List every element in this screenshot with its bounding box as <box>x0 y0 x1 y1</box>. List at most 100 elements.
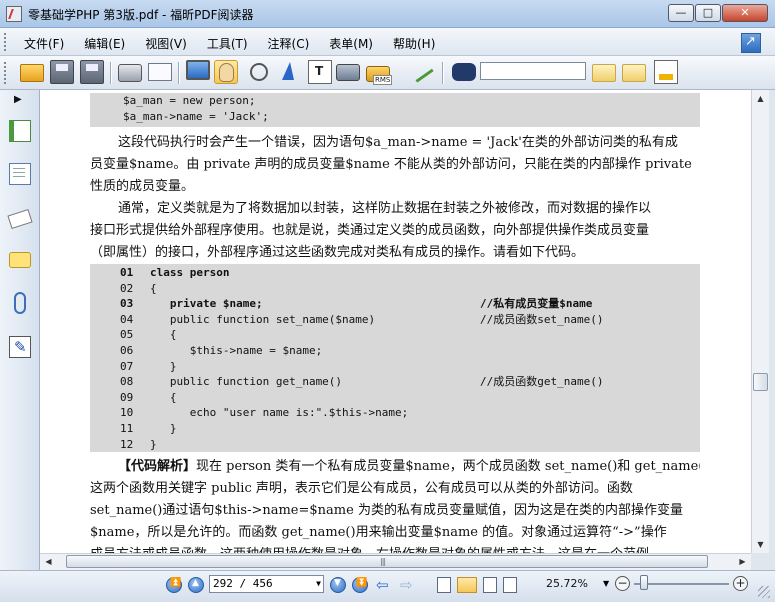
code-row: 07 } <box>120 359 177 373</box>
horizontal-scroll-thumb[interactable]: ||| <box>66 555 708 568</box>
menu-help[interactable]: 帮助(H) <box>393 35 435 52</box>
text-line: $name，所以是允许的。而函数 get_name()用来输出变量$name 的… <box>90 525 667 540</box>
code-row: 06 $this->name = $name; <box>120 344 323 357</box>
menu-file[interactable]: 文件(F) <box>24 35 64 52</box>
text-line: set_name()通过语句$this->name=$name 为类的私有成员变… <box>90 503 683 518</box>
hand-icon <box>219 63 234 82</box>
zoom-level[interactable]: 25.72% <box>546 577 588 590</box>
continuous-facing-icon[interactable] <box>503 577 517 593</box>
bookmarks-panel-icon[interactable] <box>9 120 31 142</box>
menu-forms[interactable]: 表单(M) <box>329 35 373 52</box>
properties-icon[interactable] <box>148 63 172 81</box>
vertical-scroll-thumb[interactable] <box>753 373 768 391</box>
zoom-slider-thumb[interactable] <box>640 575 648 590</box>
code-line: $a_man->name = 'Jack'; <box>123 110 269 123</box>
print-icon[interactable] <box>118 64 142 82</box>
find-binoculars-icon[interactable] <box>452 63 476 81</box>
scroll-left-icon[interactable]: ◀ <box>41 555 56 569</box>
pane-expand-arrow-icon[interactable]: ▶ <box>14 94 22 105</box>
zoom-in-icon[interactable]: + <box>733 576 748 591</box>
hand-tool-button[interactable] <box>214 60 238 84</box>
open-file-icon[interactable] <box>20 64 44 82</box>
highlight-icon[interactable] <box>654 60 678 84</box>
vertical-scrollbar[interactable]: ▲ ▼ <box>751 90 769 553</box>
previous-page-icon[interactable]: ▲ <box>188 577 204 593</box>
scroll-right-icon[interactable]: ▶ <box>735 555 750 569</box>
page-dropdown-icon[interactable]: ▼ <box>316 576 321 592</box>
facing-pages-icon[interactable] <box>483 577 497 593</box>
code-row: 04 public function set_name($name)//成员函数… <box>120 312 604 326</box>
title-bar: 零基础学PHP 第3版.pdf - 福昕PDF阅读器 — □ ✕ <box>0 0 775 28</box>
code-row: 10 echo "user name is:".$this->name; <box>120 406 409 420</box>
code-row: 02{ <box>120 281 157 295</box>
sign-icon[interactable] <box>410 61 434 83</box>
code-row: 05 { <box>120 328 177 342</box>
zoom-slider-track[interactable] <box>634 583 729 585</box>
snapshot-icon[interactable] <box>336 64 360 81</box>
page-number-field[interactable]: 292 / 456 ▼ <box>209 575 324 593</box>
save-as-icon[interactable] <box>80 60 104 84</box>
text-line: 员变量$name。由 private 声明的成员变量$name 不能从类的外部访… <box>90 157 692 172</box>
find-next-icon[interactable] <box>622 64 646 82</box>
menu-tools[interactable]: 工具(T) <box>207 35 248 52</box>
code-row: 01 class person <box>120 266 230 279</box>
minimize-button[interactable]: — <box>668 4 694 22</box>
last-page-icon[interactable]: ⏬ <box>352 577 368 593</box>
window-title: 零基础学PHP 第3版.pdf - 福昕PDF阅读器 <box>28 8 254 22</box>
save-icon[interactable] <box>50 60 74 84</box>
text-line: 这段代码执行时会产生一个错误，因为语句$a_man->name = 'Jack'… <box>118 135 678 150</box>
page-thumbnails-icon[interactable] <box>9 163 31 185</box>
code-row: 08 public function get_name()//成员函数get_n… <box>120 375 604 389</box>
menu-comment[interactable]: 注释(C) <box>268 35 310 52</box>
go-back-icon[interactable]: ⇦ <box>376 576 389 594</box>
toolbar-grip-icon[interactable] <box>4 62 9 84</box>
maximize-button[interactable]: □ <box>695 4 721 22</box>
code-row: 09 { <box>120 390 177 404</box>
paragraph-2: 通常，定义类就是为了将数据加以封装，这样防止数据在封装之外被修改，而对数据的操作… <box>90 198 700 264</box>
resize-grip-icon[interactable] <box>758 586 770 598</box>
continuous-page-icon[interactable] <box>457 577 477 593</box>
text-line: 成员方法或成员函数，这两种使用操作数是对象，右操作数是对象的属性或方法，这是在一… <box>90 544 700 553</box>
page-number-value: 292 / 456 <box>213 577 273 590</box>
scroll-down-icon[interactable]: ▼ <box>753 537 768 552</box>
code-listing: 01 class person 02{ 03 private $name;//私有… <box>90 264 700 452</box>
code-row: 12} <box>120 437 157 451</box>
menu-bar: 文件(F) 编辑(E) 视图(V) 工具(T) 注释(C) 表单(M) 帮助(H… <box>0 28 775 56</box>
navigation-pane <box>0 90 40 570</box>
comments-panel-icon[interactable] <box>9 252 31 268</box>
single-page-icon[interactable] <box>437 577 451 593</box>
horizontal-scrollbar[interactable]: ◀ ||| ▶ <box>40 553 751 570</box>
code-row: 11 } <box>120 422 177 435</box>
text-line: （即属性）的接口，外部程序通过这些函数完成对类私有成员的操作。请看如下代码。 <box>90 245 585 260</box>
zoom-dropdown-icon[interactable]: ▼ <box>603 579 609 588</box>
text-line: 这两个函数用关键字 public 声明，表示它们是公有成员，公有成员可以从类的外… <box>90 481 633 496</box>
code-snippet-1: $a_man = new person; $a_man->name = 'Jac… <box>90 93 700 127</box>
foxit-app-icon <box>6 6 22 22</box>
go-forward-icon[interactable]: ⇨ <box>400 576 413 594</box>
zoom-tool-icon[interactable] <box>250 63 268 81</box>
text-line: 接口形式提供给外部程序使用。也就是说，类通过定义类的成员函数，向外部提供操作类成… <box>90 223 650 238</box>
full-screen-icon[interactable] <box>186 60 210 80</box>
pdf-page: $a_man = new person; $a_man->name = 'Jac… <box>90 90 704 553</box>
next-page-icon[interactable]: ▼ <box>330 577 346 593</box>
close-button[interactable]: ✕ <box>722 4 768 22</box>
select-arrow-icon[interactable] <box>282 62 294 80</box>
code-row: 03 private $name;//私有成员变量$name <box>120 297 593 311</box>
zoom-out-icon[interactable]: − <box>615 576 630 591</box>
paragraph-3: 【代码解析】现在 person 类有一个私有成员变量$name，两个成员函数 s… <box>90 456 700 553</box>
text-select-icon[interactable] <box>308 60 332 84</box>
scroll-grip-icon: ||| <box>380 557 386 566</box>
signatures-panel-icon[interactable] <box>9 336 31 358</box>
fullscreen-toggle-icon[interactable] <box>741 33 761 53</box>
menu-grip-icon[interactable] <box>4 33 9 51</box>
first-page-icon[interactable]: ⏫ <box>166 577 182 593</box>
find-input[interactable] <box>480 62 586 80</box>
attachments-paperclip-icon[interactable] <box>14 292 26 314</box>
menu-edit[interactable]: 编辑(E) <box>84 35 125 52</box>
text-line: 通常，定义类就是为了将数据加以封装，这样防止数据在封装之外被修改，而对数据的操作… <box>118 201 652 216</box>
document-view[interactable]: $a_man = new person; $a_man->name = 'Jac… <box>40 90 751 553</box>
scroll-up-icon[interactable]: ▲ <box>753 91 768 106</box>
menu-view[interactable]: 视图(V) <box>145 35 187 52</box>
find-previous-icon[interactable] <box>592 64 616 82</box>
rms-label: RMS <box>373 75 393 85</box>
